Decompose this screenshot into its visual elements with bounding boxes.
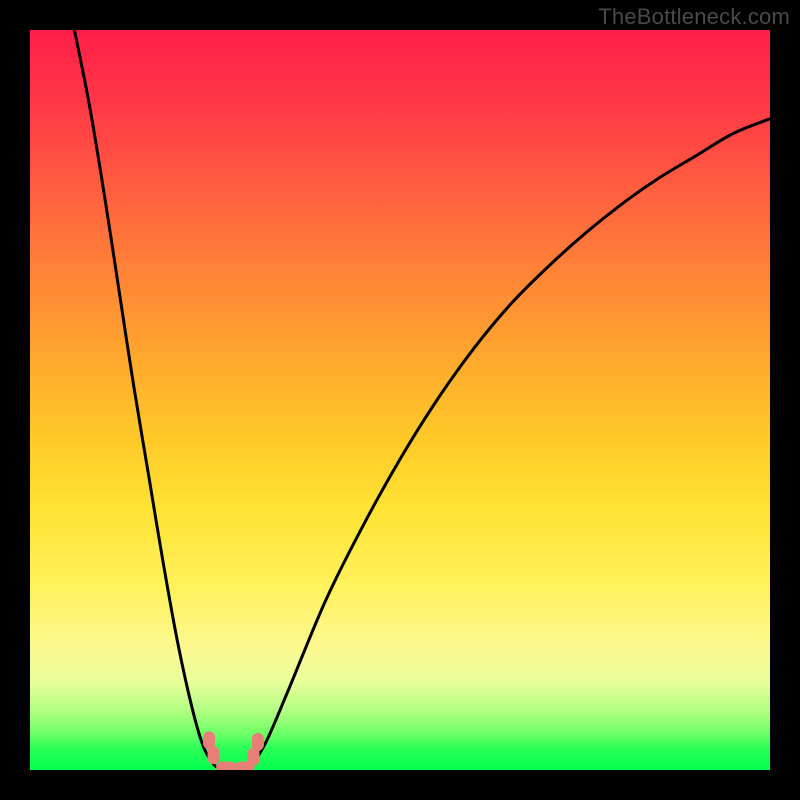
chart-frame: TheBottleneck.com [0,0,800,800]
plot-area [30,30,770,770]
left-marker-lower [208,746,220,764]
watermark-text: TheBottleneck.com [598,4,790,30]
curve-left [74,30,215,766]
curve-right [252,119,770,766]
bottom-marker-right [235,762,255,770]
curve-group [74,30,770,768]
bottom-marker-left [216,762,236,770]
chart-svg [30,30,770,770]
